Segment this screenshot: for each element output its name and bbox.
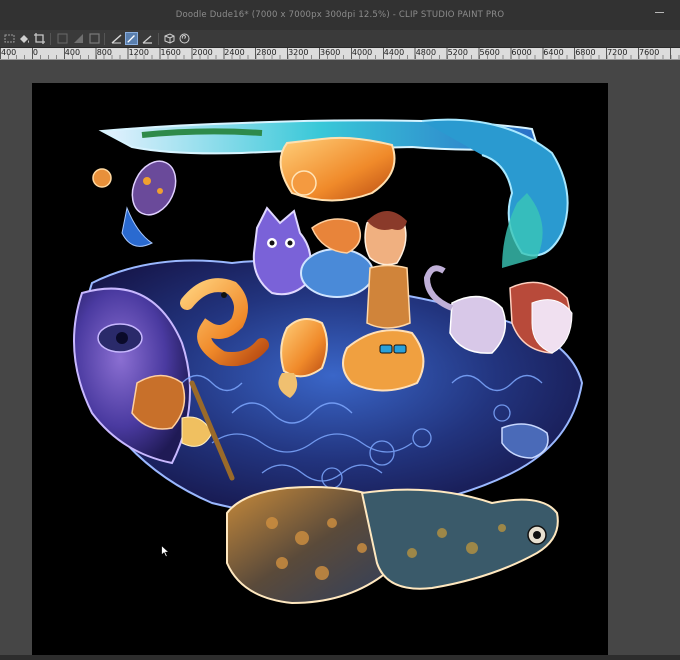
fox	[280, 318, 328, 378]
ruler-label: 7200	[607, 48, 628, 57]
butterfly	[131, 160, 177, 216]
gradient-icon[interactable]	[72, 32, 85, 45]
ruler-label: 4800	[415, 48, 437, 57]
crop-icon[interactable]	[33, 32, 46, 45]
ruler-label: 2400	[224, 48, 245, 57]
workspace[interactable]	[0, 61, 680, 660]
ruler-label: 3200	[288, 48, 309, 57]
line-icon[interactable]	[110, 32, 123, 45]
title-bar: Doodle Dude16* (7000 x 7000px 300dpi 12.…	[0, 0, 680, 30]
ruler-label: 400	[64, 48, 81, 57]
ruler-label: 5200	[447, 48, 468, 57]
horizontal-ruler[interactable]: 400 0 400 800 1200 1600 2000 2400 2800 3200 3600 40…	[0, 48, 680, 60]
ruler-label: 800	[96, 48, 112, 57]
ruler-label: 2000	[192, 48, 213, 57]
angle-ruler-icon[interactable]	[141, 32, 154, 45]
ruler-label: 6400	[543, 48, 564, 57]
ruler-label: 7600	[639, 48, 660, 57]
toolbar-separator	[158, 33, 159, 45]
ruler-label: 6000	[511, 48, 532, 57]
ruler-label: 2800	[256, 48, 277, 57]
ruler-pen-icon[interactable]	[125, 32, 138, 45]
artwork	[73, 118, 584, 605]
ruler-label: 5600	[479, 48, 500, 57]
toolbar-separator	[50, 33, 51, 45]
ruler-label: 3600	[320, 48, 341, 57]
ruler-label: 4400	[383, 48, 405, 57]
status-bar	[0, 655, 680, 660]
frame-icon[interactable]	[88, 32, 101, 45]
3d-icon[interactable]	[163, 32, 176, 45]
shape-icon[interactable]	[56, 32, 69, 45]
ruler-label: 1200	[128, 48, 149, 57]
window-title: Doodle Dude16* (7000 x 7000px 300dpi 12.…	[175, 10, 505, 20]
toolbar-separator	[104, 33, 105, 45]
ruler-label: 0	[32, 48, 38, 57]
minimize-button[interactable]	[644, 0, 674, 22]
blue-blob	[300, 248, 374, 298]
rectangle-select-icon[interactable]	[3, 32, 16, 45]
fill-icon[interactable]	[18, 32, 31, 45]
tool-options-bar	[0, 30, 680, 48]
mouse-cursor-icon	[161, 545, 170, 558]
spiral-icon[interactable]	[178, 32, 191, 45]
ruler-label: 6800	[575, 48, 596, 57]
ruler-label: 4000	[351, 48, 373, 57]
ruler-label: 400	[1, 48, 17, 57]
canvas[interactable]	[32, 83, 608, 660]
ruler-label: 1600	[160, 48, 181, 57]
